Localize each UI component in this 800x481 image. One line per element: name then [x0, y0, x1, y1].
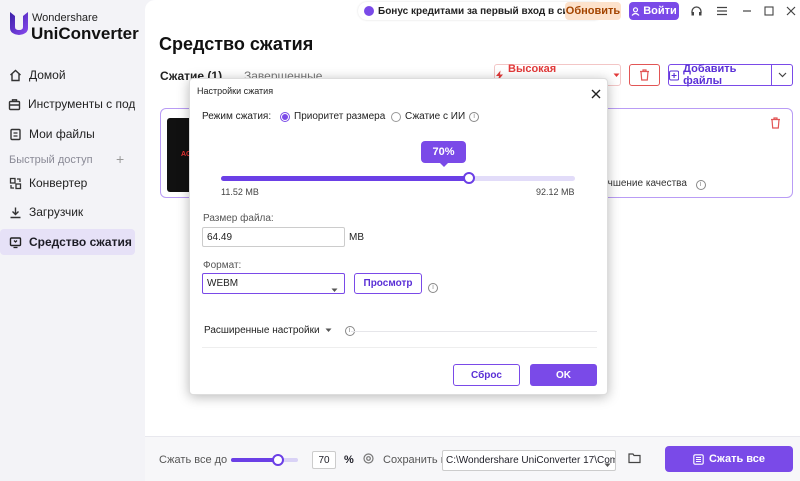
converter-icon — [8, 176, 22, 190]
output-path-select[interactable]: C:\Wondershare UniConverter 17\Compresse… — [442, 450, 616, 471]
sidebar-item-tools[interactable]: Инструменты с под... — [0, 91, 135, 117]
brand-big: UniConverter — [31, 24, 139, 43]
sidebar-item-label: Инструменты с под... — [28, 97, 135, 111]
advanced-settings-toggle[interactable]: Расширенные настройки i — [204, 325, 355, 336]
reset-button[interactable]: Сброс — [453, 364, 520, 386]
chevron-down-icon — [325, 328, 332, 332]
gift-icon — [364, 6, 374, 16]
add-icon — [669, 69, 680, 81]
compression-slider-handle[interactable] — [462, 172, 475, 184]
sidebar-item-label: Средство сжатия — [29, 235, 132, 249]
minimize-icon[interactable] — [739, 3, 755, 19]
add-quick-access-icon[interactable]: + — [116, 151, 124, 167]
preview-button[interactable]: Просмотр — [354, 273, 422, 294]
add-files-label: Добавить файлы — [683, 63, 737, 87]
file-size-label: Размер файла: — [203, 213, 274, 224]
compress-all-slider-fill — [231, 458, 278, 462]
maximize-icon[interactable] — [761, 3, 777, 19]
brand-small: Wondershare — [32, 12, 98, 24]
update-button[interactable]: Обновить — [565, 2, 621, 20]
radio-ai-compression-label: Сжатие с ИИ — [405, 111, 466, 122]
sidebar-item-label: Домой — [29, 68, 66, 82]
close-window-icon[interactable] — [783, 3, 799, 19]
trash-icon — [640, 69, 649, 81]
percent-bubble: 70% — [421, 141, 466, 167]
info-icon[interactable]: i — [695, 179, 706, 190]
compress-all-slider[interactable] — [231, 454, 298, 466]
sidebar: Wondershare UniConverter Домой Инструмен… — [0, 0, 145, 481]
radio-ai-compression[interactable]: Сжатие с ИИ i — [391, 111, 480, 122]
radio-dot-selected — [280, 111, 290, 122]
sidebar-item-downloader[interactable]: Загрузчик — [0, 199, 135, 225]
output-settings-icon[interactable] — [362, 452, 375, 468]
dialog-title: Настройки сжатия — [197, 86, 274, 96]
compress-icon — [8, 235, 22, 249]
chevron-down-icon[interactable] — [331, 282, 338, 296]
radio-dot — [391, 111, 401, 122]
login-label: Войти — [643, 5, 677, 17]
card-trash-icon[interactable] — [770, 117, 781, 132]
compression-slider-fill — [221, 176, 469, 181]
chevron-down-icon — [613, 73, 620, 77]
add-files-dropdown[interactable] — [772, 64, 793, 86]
compress-all-label: Сжать все — [708, 453, 766, 465]
login-button[interactable]: Войти — [629, 2, 679, 20]
compression-settings-dialog: Настройки сжатия Режим сжатия: Приоритет… — [189, 78, 608, 395]
chevron-down-icon[interactable] — [604, 457, 611, 471]
sidebar-item-label: Мои файлы — [29, 127, 95, 141]
dialog-close-icon[interactable] — [591, 86, 601, 102]
folder-icon[interactable] — [628, 452, 641, 467]
format-label: Формат: — [203, 260, 242, 271]
user-icon — [631, 6, 640, 16]
save-to-label: Сохранить в — [383, 454, 447, 466]
advanced-settings-label: Расширенные настройки — [204, 325, 320, 336]
compress-all-slider-handle[interactable] — [271, 454, 284, 466]
compress-all-icon — [693, 453, 704, 465]
percent-sign: % — [344, 454, 354, 466]
info-icon[interactable]: i — [428, 282, 438, 293]
format-select[interactable]: WEBM — [202, 273, 345, 294]
sidebar-item-label: Конвертер — [29, 176, 88, 190]
compression-mode-label: Режим сжатия: — [202, 111, 272, 122]
sidebar-item-home[interactable]: Домой — [0, 62, 135, 88]
download-icon — [8, 205, 22, 219]
quality-enhance-label: улучшение качества i — [592, 178, 706, 190]
min-size-label: 11.52 MB — [221, 187, 259, 197]
toolbox-icon — [8, 97, 21, 111]
output-path-text: C:\Wondershare UniConverter 17\Compresse… — [446, 455, 616, 466]
chevron-down-icon — [778, 72, 786, 78]
compression-slider[interactable] — [221, 172, 575, 184]
uniconverter-logo-icon — [10, 12, 28, 35]
sidebar-item-my-files[interactable]: Мои файлы — [0, 121, 135, 147]
radio-size-priority-label: Приоритет размера — [294, 111, 386, 122]
ok-button[interactable]: OK — [530, 364, 597, 386]
sidebar-item-converter[interactable]: Конвертер — [0, 170, 135, 196]
file-size-unit: MB — [349, 232, 364, 243]
divider — [202, 347, 597, 348]
compress-all-to-label: Сжать все до — [159, 454, 228, 466]
compress-all-percent-input[interactable]: 70 — [312, 451, 336, 469]
info-icon[interactable]: i — [469, 111, 480, 122]
radio-size-priority[interactable]: Приоритет размера — [280, 111, 385, 122]
sidebar-item-label: Загрузчик — [29, 205, 84, 219]
max-size-label: 92.12 MB — [536, 187, 575, 197]
quick-access-label: Быстрый доступ — [9, 154, 93, 166]
compress-all-button[interactable]: Сжать все — [665, 446, 793, 472]
file-size-input[interactable]: 64.49 — [202, 227, 345, 247]
menu-icon[interactable] — [714, 3, 730, 19]
support-headset-icon[interactable] — [688, 3, 704, 19]
sidebar-item-compressor[interactable]: Средство сжатия — [0, 229, 135, 255]
page-title: Средство сжатия — [159, 34, 314, 54]
add-files-button[interactable]: Добавить файлы — [668, 63, 772, 87]
delete-all-button[interactable] — [629, 64, 660, 86]
divider — [351, 331, 597, 332]
home-icon — [8, 68, 22, 82]
files-icon — [8, 127, 22, 141]
